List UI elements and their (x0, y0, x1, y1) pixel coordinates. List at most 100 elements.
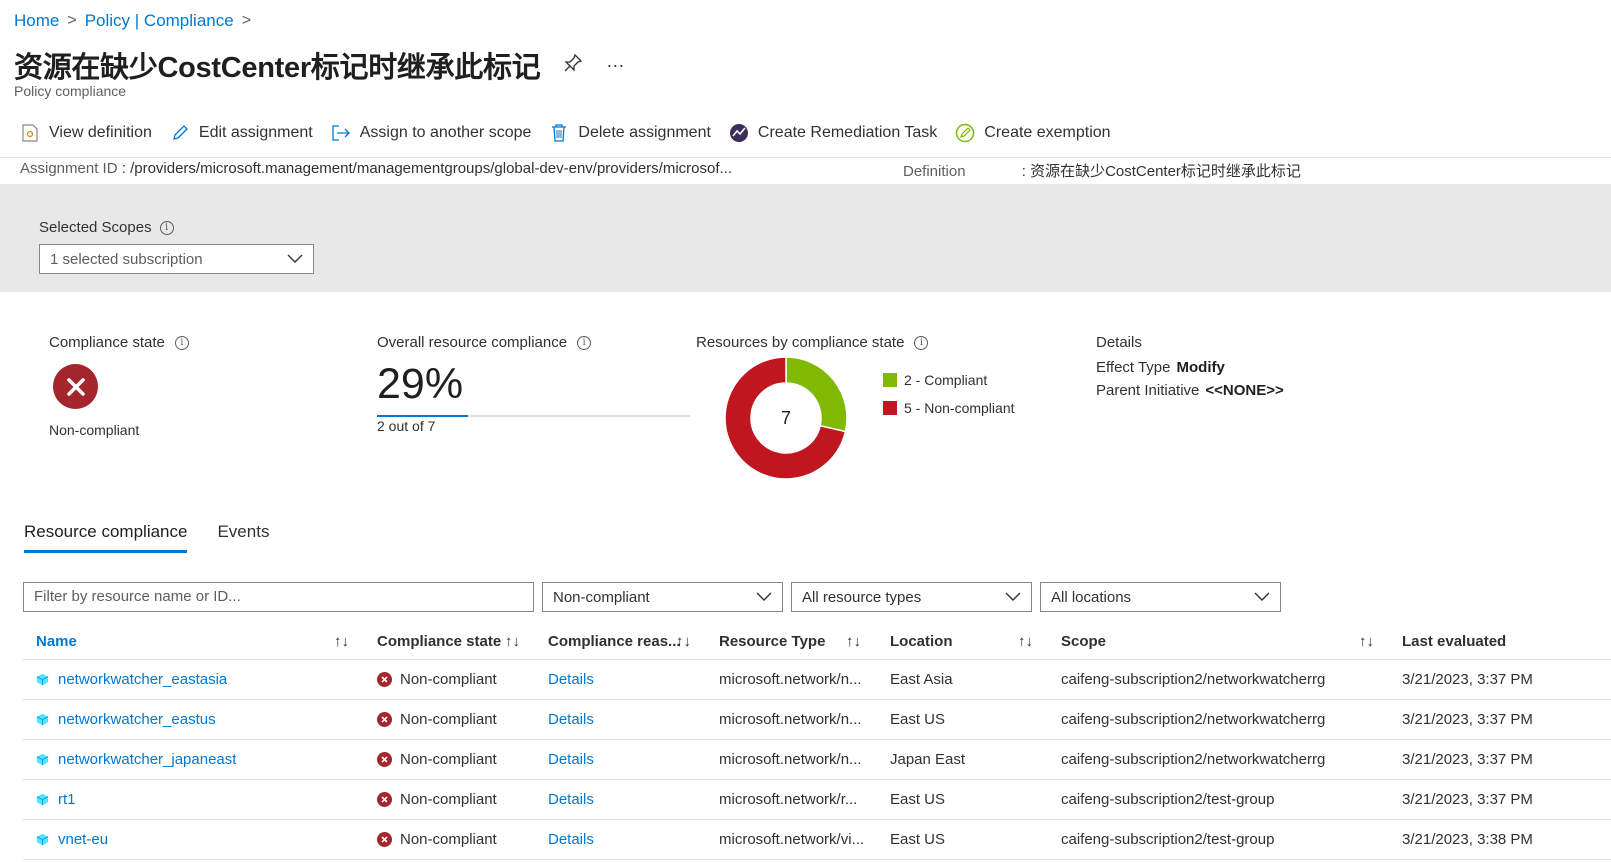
compliance-tabs: Resource compliance Events (24, 522, 269, 553)
sort-icon[interactable]: ↑↓ (505, 624, 520, 659)
resource-name-link[interactable]: networkwatcher_eastasia (58, 671, 227, 688)
overall-compliance-progress-bar (377, 415, 690, 417)
selected-scopes-dropdown[interactable]: 1 selected subscription (39, 244, 314, 274)
table-row[interactable]: networkwatcher_japaneast Non-compliant D… (23, 740, 1611, 780)
breadcrumb-policy-compliance-link[interactable]: Policy | Compliance (85, 11, 234, 31)
compliance-state-text: Non-compliant (400, 831, 497, 848)
info-icon[interactable]: i (174, 335, 189, 350)
selected-scopes-label: Selected Scopes i (39, 219, 174, 236)
table-row[interactable]: networkwatcher_eastus Non-compliant Deta… (23, 700, 1611, 740)
compliance-reason-details-link[interactable]: Details (548, 820, 594, 859)
sort-icon[interactable]: ↑↓ (1359, 624, 1374, 659)
resource-name-cell[interactable]: rt1 (36, 780, 76, 819)
location-filter-value: All locations (1051, 588, 1132, 606)
resource-name-cell[interactable]: networkwatcher_japaneast (36, 740, 236, 779)
breadcrumb-home-link[interactable]: Home (14, 11, 59, 31)
resource-name-cell[interactable]: networkwatcher_eastasia (36, 660, 227, 699)
info-icon[interactable]: i (914, 335, 929, 350)
page-subtitle: Policy compliance (14, 83, 127, 99)
error-icon (377, 672, 392, 687)
info-icon[interactable]: i (577, 335, 592, 350)
create-remediation-task-button[interactable]: Create Remediation Task (729, 123, 937, 143)
legend-swatch-compliant (883, 373, 897, 387)
sort-icon[interactable]: ↑↓ (334, 624, 349, 659)
last-evaluated-cell: 3/21/2023, 3:37 PM (1402, 671, 1533, 688)
compliance-reason-details-link[interactable]: Details (548, 700, 594, 739)
compliance-state-title: Compliance state i (49, 334, 309, 351)
resource-name-link[interactable]: networkwatcher_eastus (58, 711, 216, 728)
resource-filter-input[interactable]: Filter by resource name or ID... (23, 582, 534, 612)
error-icon (377, 712, 392, 727)
overall-compliance-card: Overall resource compliance i 29% 2 out … (377, 334, 690, 444)
details-card: Details Effect Type Modify Parent Initiat… (1096, 334, 1396, 424)
sort-icon[interactable]: ↑↓ (676, 624, 691, 659)
compliance-state-cell: Non-compliant (377, 820, 497, 859)
location-cell: East Asia (890, 671, 953, 688)
location-filter[interactable]: All locations (1040, 582, 1281, 612)
sort-icon[interactable]: ↑↓ (1018, 624, 1033, 659)
compliance-state-filter[interactable]: Non-compliant (542, 582, 783, 612)
compliance-reason-details-link[interactable]: Details (548, 660, 594, 699)
resource-name-cell[interactable]: vnet-eu (36, 820, 108, 859)
create-remediation-task-label: Create Remediation Task (757, 124, 938, 141)
overall-compliance-percent: 29% (377, 360, 464, 408)
table-row[interactable]: vnet-eu Non-compliant Details microsoft.… (23, 820, 1611, 860)
column-header-resource-type[interactable]: Resource Type (719, 624, 825, 659)
resource-name-link[interactable]: networkwatcher_japaneast (58, 751, 236, 768)
table-row[interactable]: networkwatcher_eastasia Non-compliant De… (23, 660, 1611, 700)
legend-item-compliant[interactable]: 2 - Compliant (883, 372, 1015, 388)
scope-cell: caifeng-subscription2/networkwatcherrg (1061, 711, 1326, 728)
error-icon (377, 792, 392, 807)
tab-resource-compliance[interactable]: Resource compliance (24, 522, 188, 553)
view-definition-button[interactable]: View definition (20, 123, 152, 143)
delete-assignment-button[interactable]: Delete assignment (549, 123, 711, 143)
column-header-scope[interactable]: Scope (1061, 624, 1106, 659)
overall-compliance-count: 2 out of 7 (377, 418, 436, 434)
compliance-reason-details-link[interactable]: Details (548, 740, 594, 779)
overall-compliance-progress-fill (377, 415, 468, 417)
column-header-location[interactable]: Location (890, 624, 953, 659)
edit-assignment-button[interactable]: Edit assignment (170, 123, 313, 143)
compliance-reason-details-link[interactable]: Details (548, 780, 594, 819)
create-exemption-button[interactable]: Create exemption (955, 123, 1111, 143)
legend-item-noncompliant[interactable]: 5 - Non-compliant (883, 400, 1015, 416)
compliance-state-cell: Non-compliant (377, 740, 497, 779)
compliance-state-card: Compliance state i Non-compliant (49, 334, 309, 444)
scope-cell: caifeng-subscription2/networkwatcherrg (1061, 671, 1326, 688)
chevron-down-icon (287, 251, 303, 268)
compliance-state-text: Non-compliant (400, 711, 497, 728)
tab-events[interactable]: Events (217, 522, 269, 553)
column-header-name[interactable]: Name (36, 624, 77, 659)
compliance-state-cell: Non-compliant (377, 780, 497, 819)
assign-another-scope-button[interactable]: Assign to another scope (331, 123, 532, 143)
location-cell: Japan East (890, 751, 966, 768)
legend-swatch-noncompliant (883, 401, 897, 415)
donut-segment-compliant[interactable] (785, 356, 848, 433)
column-header-compliance-state[interactable]: Compliance state (377, 624, 501, 659)
error-status-icon (53, 364, 98, 409)
resource-type-filter[interactable]: All resource types (791, 582, 1032, 612)
delete-assignment-label: Delete assignment (578, 124, 711, 141)
more-options-icon[interactable]: ··· (606, 55, 624, 76)
scope-cell: caifeng-subscription2/test-group (1061, 831, 1275, 848)
resource-cube-icon (36, 833, 49, 846)
breadcrumb-separator: > (67, 12, 77, 29)
effect-type-value: Modify (1176, 359, 1225, 376)
donut-legend: 2 - Compliant 5 - Non-compliant (883, 372, 1015, 428)
assign-another-scope-label: Assign to another scope (359, 124, 532, 141)
column-header-last-evaluated[interactable]: Last evaluated (1402, 624, 1506, 659)
table-row[interactable]: rt1 Non-compliant Details microsoft.netw… (23, 780, 1611, 820)
resource-cube-icon (36, 753, 49, 766)
column-header-compliance-reason[interactable]: Compliance reas... (548, 624, 681, 659)
resource-name-link[interactable]: rt1 (58, 791, 76, 808)
resource-name-link[interactable]: vnet-eu (58, 831, 108, 848)
compliance-state-filter-value: Non-compliant (553, 588, 650, 606)
location-cell: East US (890, 831, 946, 848)
sort-icon[interactable]: ↑↓ (846, 624, 861, 659)
info-icon[interactable]: i (159, 220, 174, 235)
pin-icon[interactable] (564, 53, 583, 77)
compliance-state-text: Non-compliant (400, 751, 497, 768)
resource-name-cell[interactable]: networkwatcher_eastus (36, 700, 216, 739)
last-evaluated-cell: 3/21/2023, 3:37 PM (1402, 711, 1533, 728)
exemption-icon (955, 123, 975, 143)
